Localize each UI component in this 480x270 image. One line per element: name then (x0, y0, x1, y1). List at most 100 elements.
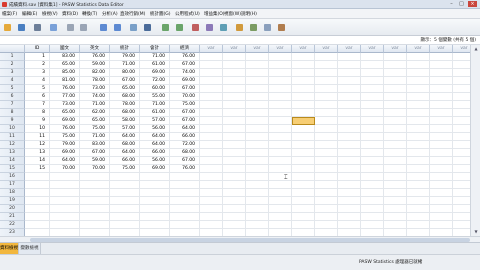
table-cell[interactable] (200, 117, 223, 125)
goto-case-icon[interactable] (98, 22, 109, 33)
table-cell[interactable] (246, 221, 269, 229)
table-cell[interactable] (384, 221, 407, 229)
table-cell[interactable] (430, 197, 453, 205)
table-cell[interactable]: 4 (25, 77, 50, 85)
table-cell[interactable] (430, 125, 453, 133)
menu-item-3[interactable]: 資料(D) (62, 11, 78, 17)
table-cell[interactable] (407, 125, 430, 133)
menu-item-10[interactable]: 視窗(W) (224, 11, 241, 17)
table-cell[interactable] (292, 221, 315, 229)
use-sets-icon[interactable] (248, 22, 259, 33)
select-cases-icon[interactable] (218, 22, 229, 33)
table-cell[interactable] (269, 173, 292, 181)
table-cell[interactable] (361, 101, 384, 109)
table-cell[interactable]: 56.00 (140, 125, 170, 133)
table-cell[interactable] (200, 157, 223, 165)
table-cell[interactable]: 68.00 (110, 109, 140, 117)
table-cell[interactable]: 69.00 (50, 117, 80, 125)
table-cell[interactable] (223, 213, 246, 221)
table-cell[interactable] (269, 93, 292, 101)
table-cell[interactable] (223, 141, 246, 149)
table-cell[interactable] (430, 85, 453, 93)
table-cell[interactable] (269, 133, 292, 141)
menu-item-8[interactable]: 公用程式(U) (175, 11, 200, 17)
table-cell[interactable] (25, 213, 50, 221)
table-cell[interactable] (223, 205, 246, 213)
table-cell[interactable] (338, 133, 361, 141)
row-header[interactable]: 10 (0, 125, 25, 133)
table-cell[interactable] (384, 141, 407, 149)
table-cell[interactable] (361, 85, 384, 93)
table-cell[interactable] (453, 165, 470, 173)
menu-item-6[interactable]: 直效行銷(M) (120, 11, 145, 17)
table-cell[interactable]: 7 (25, 101, 50, 109)
column-header-5[interactable]: 經濟 (170, 45, 200, 53)
table-cell[interactable]: 71.00 (80, 101, 110, 109)
table-cell[interactable] (384, 93, 407, 101)
table-cell[interactable]: 58.00 (110, 117, 140, 125)
table-cell[interactable] (246, 133, 269, 141)
table-cell[interactable] (361, 93, 384, 101)
table-cell[interactable] (407, 181, 430, 189)
table-cell[interactable] (315, 173, 338, 181)
table-cell[interactable] (430, 141, 453, 149)
table-cell[interactable]: 3 (25, 69, 50, 77)
dialog-recall-icon[interactable] (48, 22, 59, 33)
table-cell[interactable] (200, 181, 223, 189)
table-cell[interactable]: 77.00 (50, 93, 80, 101)
table-cell[interactable] (384, 189, 407, 197)
table-cell[interactable] (453, 117, 470, 125)
table-cell[interactable]: 64.00 (110, 149, 140, 157)
table-cell[interactable]: 15 (25, 165, 50, 173)
table-cell[interactable] (430, 181, 453, 189)
table-cell[interactable]: 71.00 (140, 53, 170, 61)
column-header-4[interactable]: 會計 (140, 45, 170, 53)
table-cell[interactable]: 57.00 (110, 125, 140, 133)
row-header[interactable]: 20 (0, 205, 25, 213)
table-cell[interactable] (315, 109, 338, 117)
table-cell[interactable] (338, 173, 361, 181)
table-cell[interactable] (453, 53, 470, 61)
table-cell[interactable] (315, 61, 338, 69)
table-cell[interactable] (269, 149, 292, 157)
table-cell[interactable]: 67.00 (170, 117, 200, 125)
table-cell[interactable] (338, 157, 361, 165)
table-cell[interactable] (315, 221, 338, 229)
row-header[interactable]: 1 (0, 53, 25, 61)
table-cell[interactable] (315, 125, 338, 133)
table-cell[interactable] (246, 101, 269, 109)
table-cell[interactable]: 66.00 (110, 157, 140, 165)
insert-variable-icon[interactable] (174, 22, 185, 33)
table-cell[interactable]: 70.00 (80, 165, 110, 173)
empty-column-header[interactable]: var (407, 45, 430, 53)
table-cell[interactable] (246, 165, 269, 173)
table-cell[interactable] (292, 85, 315, 93)
table-cell[interactable] (407, 109, 430, 117)
table-cell[interactable] (223, 133, 246, 141)
table-cell[interactable] (338, 109, 361, 117)
selected-cell[interactable] (292, 117, 315, 125)
table-cell[interactable] (315, 165, 338, 173)
table-cell[interactable]: 65.00 (80, 117, 110, 125)
table-cell[interactable]: 59.00 (80, 157, 110, 165)
table-cell[interactable] (292, 181, 315, 189)
table-cell[interactable]: 80.00 (110, 69, 140, 77)
table-cell[interactable] (407, 77, 430, 85)
row-header[interactable]: 15 (0, 165, 25, 173)
table-cell[interactable] (25, 181, 50, 189)
table-cell[interactable] (384, 109, 407, 117)
table-cell[interactable] (50, 229, 80, 236)
table-cell[interactable] (223, 117, 246, 125)
table-cell[interactable] (361, 189, 384, 197)
table-cell[interactable]: 65.00 (50, 61, 80, 69)
table-cell[interactable]: 81.00 (50, 77, 80, 85)
spelling-icon[interactable] (276, 22, 287, 33)
table-cell[interactable] (292, 173, 315, 181)
table-cell[interactable] (453, 133, 470, 141)
table-cell[interactable] (315, 149, 338, 157)
table-cell[interactable] (315, 53, 338, 61)
table-cell[interactable] (292, 157, 315, 165)
table-cell[interactable] (292, 229, 315, 236)
table-cell[interactable] (407, 149, 430, 157)
find-icon[interactable] (142, 22, 153, 33)
